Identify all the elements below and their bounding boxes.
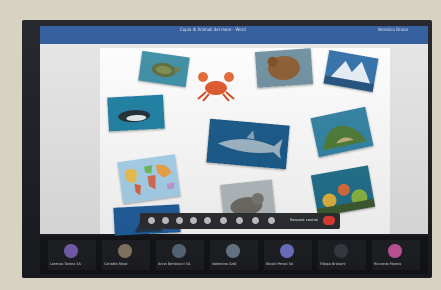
iceberg-image[interactable] <box>323 49 379 93</box>
participant-tile[interactable]: Carlotta Rossi <box>102 240 150 270</box>
hang-up-button[interactable] <box>323 216 335 225</box>
avatar <box>118 244 132 258</box>
avatar <box>64 244 78 258</box>
avatar <box>334 244 348 258</box>
participant-name: Filippo Brioschi <box>320 262 346 266</box>
participant-tile[interactable]: Anna Bertolucci 5A <box>156 240 204 270</box>
participant-name: Anna Bertolucci 5A <box>158 262 191 266</box>
meeting-toolbar: Request control <box>140 213 340 229</box>
window-title: Copia di Animali del mare - Word <box>180 27 246 32</box>
crab-image[interactable] <box>194 68 238 102</box>
chat-icon[interactable] <box>148 217 155 224</box>
participant-tile[interactable]: Nicolò Penzo 5A <box>264 240 312 270</box>
participant-tile[interactable]: Filippo Brioschi <box>318 240 366 270</box>
avatar <box>172 244 186 258</box>
record-icon[interactable] <box>268 217 275 224</box>
share-screen-icon[interactable] <box>252 217 259 224</box>
participant-tile[interactable]: Lorenzo Tonino 5A <box>48 240 96 270</box>
more-options-icon[interactable] <box>204 217 211 224</box>
participant-tile[interactable]: Riccardo Marino <box>372 240 420 270</box>
shark-image[interactable] <box>206 118 290 170</box>
request-control-button[interactable]: Request control <box>290 218 318 222</box>
camera-icon[interactable] <box>190 217 197 224</box>
word-ribbon[interactable] <box>40 36 428 51</box>
participants-strip: Lorenzo Tonino 5A Carlotta Rossi Anna Be… <box>40 236 428 274</box>
participant-tile[interactable]: Valentina Galli <box>210 240 258 270</box>
participant-name: Carlotta Rossi <box>104 262 128 266</box>
microphone-icon[interactable] <box>176 217 183 224</box>
island-image[interactable] <box>310 106 374 158</box>
penguin-image[interactable] <box>107 94 165 132</box>
world-map-image[interactable] <box>117 154 181 204</box>
avatar <box>226 244 240 258</box>
participant-name: Riccardo Marino <box>374 262 402 266</box>
bear-image[interactable] <box>254 48 314 88</box>
participant-name: Lorenzo Tonino 5A <box>50 262 81 266</box>
user-name: Veronica Bruno <box>377 27 408 32</box>
people-icon[interactable] <box>162 217 169 224</box>
word-title-bar: Copia di Animali del mare - Word Veronic… <box>40 26 428 36</box>
document-area <box>40 44 428 236</box>
coral-reef-image[interactable] <box>310 165 376 217</box>
hand-raise-icon[interactable] <box>220 217 227 224</box>
participant-name: Nicolò Penzo 5A <box>266 262 294 266</box>
avatar <box>388 244 402 258</box>
turtle-image[interactable] <box>138 50 190 88</box>
screen-frame: Copia di Animali del mare - Word Veronic… <box>22 20 432 278</box>
reactions-icon[interactable] <box>236 217 243 224</box>
participant-name: Valentina Galli <box>212 262 237 266</box>
avatar <box>280 244 294 258</box>
document-page[interactable] <box>100 48 390 236</box>
